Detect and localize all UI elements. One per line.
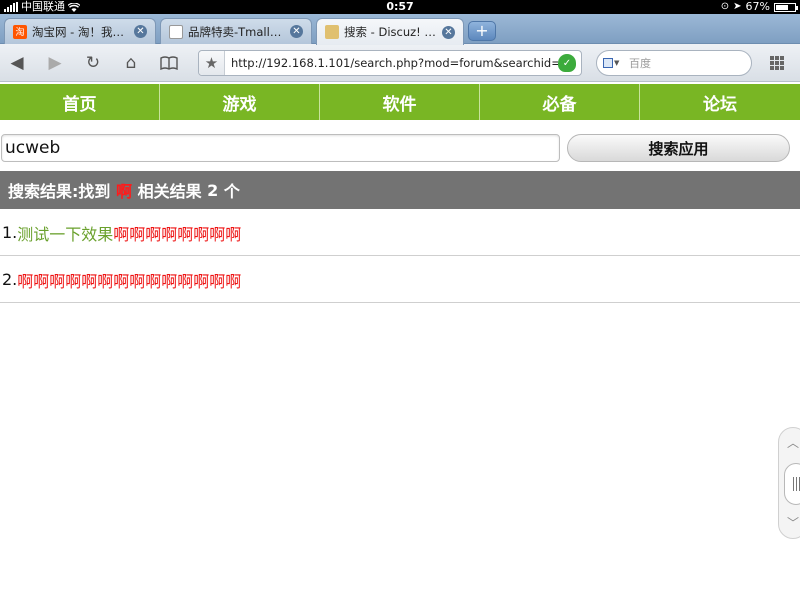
chevron-up-icon[interactable]: ︿ <box>786 436 800 450</box>
taobao-icon: 淘 <box>13 24 27 39</box>
browser-tab-tmall[interactable]: 品牌特卖-Tmall.co... ✕ <box>160 18 312 44</box>
rotation-lock-icon: ⊙ <box>720 1 730 12</box>
browser-toolbar: ◀ ▶ ↻ ⌂ ★ http://192.168.1.101/search.ph… <box>0 44 800 82</box>
nav-item-home[interactable]: 首页 <box>0 84 160 120</box>
result-item[interactable]: 1. 测试一下效果 啊啊啊啊啊啊啊啊 <box>0 210 800 256</box>
page-scroll-widget[interactable]: ︿ ﹀ <box>778 427 800 539</box>
result-item[interactable]: 2. 啊啊啊啊啊啊啊啊啊啊啊啊啊啊 <box>0 257 800 303</box>
browser-tab-discuz[interactable]: 搜索 - Discuz! Boar... ✕ <box>316 18 464 45</box>
status-bar: 中国联通 0:57 ⊙ ➤ 67% <box>0 0 800 14</box>
url-text[interactable]: http://192.168.1.101/search.php?mod=foru… <box>225 56 558 70</box>
document-icon <box>169 24 183 39</box>
discuz-icon <box>325 25 339 39</box>
search-engine-box[interactable]: ▼ 百度 <box>596 50 752 76</box>
nav-item-software[interactable]: 软件 <box>320 84 480 120</box>
location-arrow-icon: ➤ <box>733 1 742 12</box>
result-highlight[interactable]: 啊啊啊啊啊啊啊啊 <box>113 221 241 245</box>
search-engine-placeholder: 百度 <box>629 57 651 70</box>
tab-close-icon[interactable]: ✕ <box>290 25 303 38</box>
battery-icon <box>774 2 798 12</box>
scroll-handle[interactable] <box>784 463 800 505</box>
search-row: 搜索应用 <box>0 133 800 165</box>
results-header: 搜索结果:找到 啊 相关结果 2 个 <box>0 171 800 209</box>
tab-close-icon[interactable]: ✕ <box>442 25 455 39</box>
nav-item-essentials[interactable]: 必备 <box>480 84 640 120</box>
nav-item-forum[interactable]: 论坛 <box>640 84 800 120</box>
results-suffix: 个 <box>218 182 240 201</box>
battery-percent: 67% <box>745 0 770 13</box>
home-icon[interactable]: ⌂ <box>120 52 142 74</box>
results-count: 2 <box>207 180 219 200</box>
site-nav: 首页 游戏 软件 必备 论坛 <box>0 84 800 120</box>
tab-title: 品牌特卖-Tmall.co... <box>188 24 284 39</box>
result-title[interactable]: 测试一下效果 <box>17 221 113 245</box>
tab-bar: 淘 淘宝网 - 淘！我喜欢 ✕ 品牌特卖-Tmall.co... ✕ 搜索 - … <box>0 14 800 45</box>
address-bar[interactable]: ★ http://192.168.1.101/search.php?mod=fo… <box>198 50 582 76</box>
browser-tab-taobao[interactable]: 淘 淘宝网 - 淘！我喜欢 ✕ <box>4 18 156 44</box>
results-keyword: 啊 <box>115 182 132 201</box>
new-tab-button[interactable]: + <box>468 21 496 41</box>
result-highlight[interactable]: 啊啊啊啊啊啊啊啊啊啊啊啊啊啊 <box>17 268 241 292</box>
tab-close-icon[interactable]: ✕ <box>134 25 147 38</box>
results-middle: 相关结果 <box>132 182 208 201</box>
search-apps-button[interactable]: 搜索应用 <box>567 134 790 162</box>
nav-item-games[interactable]: 游戏 <box>160 84 320 120</box>
results-prefix: 搜索结果:找到 <box>8 182 116 201</box>
security-shield-icon[interactable]: ✓ <box>558 54 576 72</box>
result-number: 1. <box>2 223 18 242</box>
star-icon[interactable]: ★ <box>199 51 225 75</box>
search-engine-selector-icon[interactable]: ▼ <box>603 56 623 70</box>
grid-menu-icon[interactable] <box>770 56 784 70</box>
tab-title: 淘宝网 - 淘！我喜欢 <box>32 24 128 39</box>
back-arrow-icon[interactable]: ◀ <box>6 52 28 74</box>
chevron-down-icon[interactable]: ﹀ <box>786 516 800 530</box>
search-input[interactable] <box>1 134 560 162</box>
bookmarks-book-icon[interactable] <box>158 52 180 74</box>
forward-arrow-icon[interactable]: ▶ <box>44 52 66 74</box>
reload-icon[interactable]: ↻ <box>82 52 104 74</box>
result-number: 2. <box>2 270 18 289</box>
clock: 0:57 <box>386 0 414 13</box>
tab-title: 搜索 - Discuz! Boar... <box>344 25 436 39</box>
